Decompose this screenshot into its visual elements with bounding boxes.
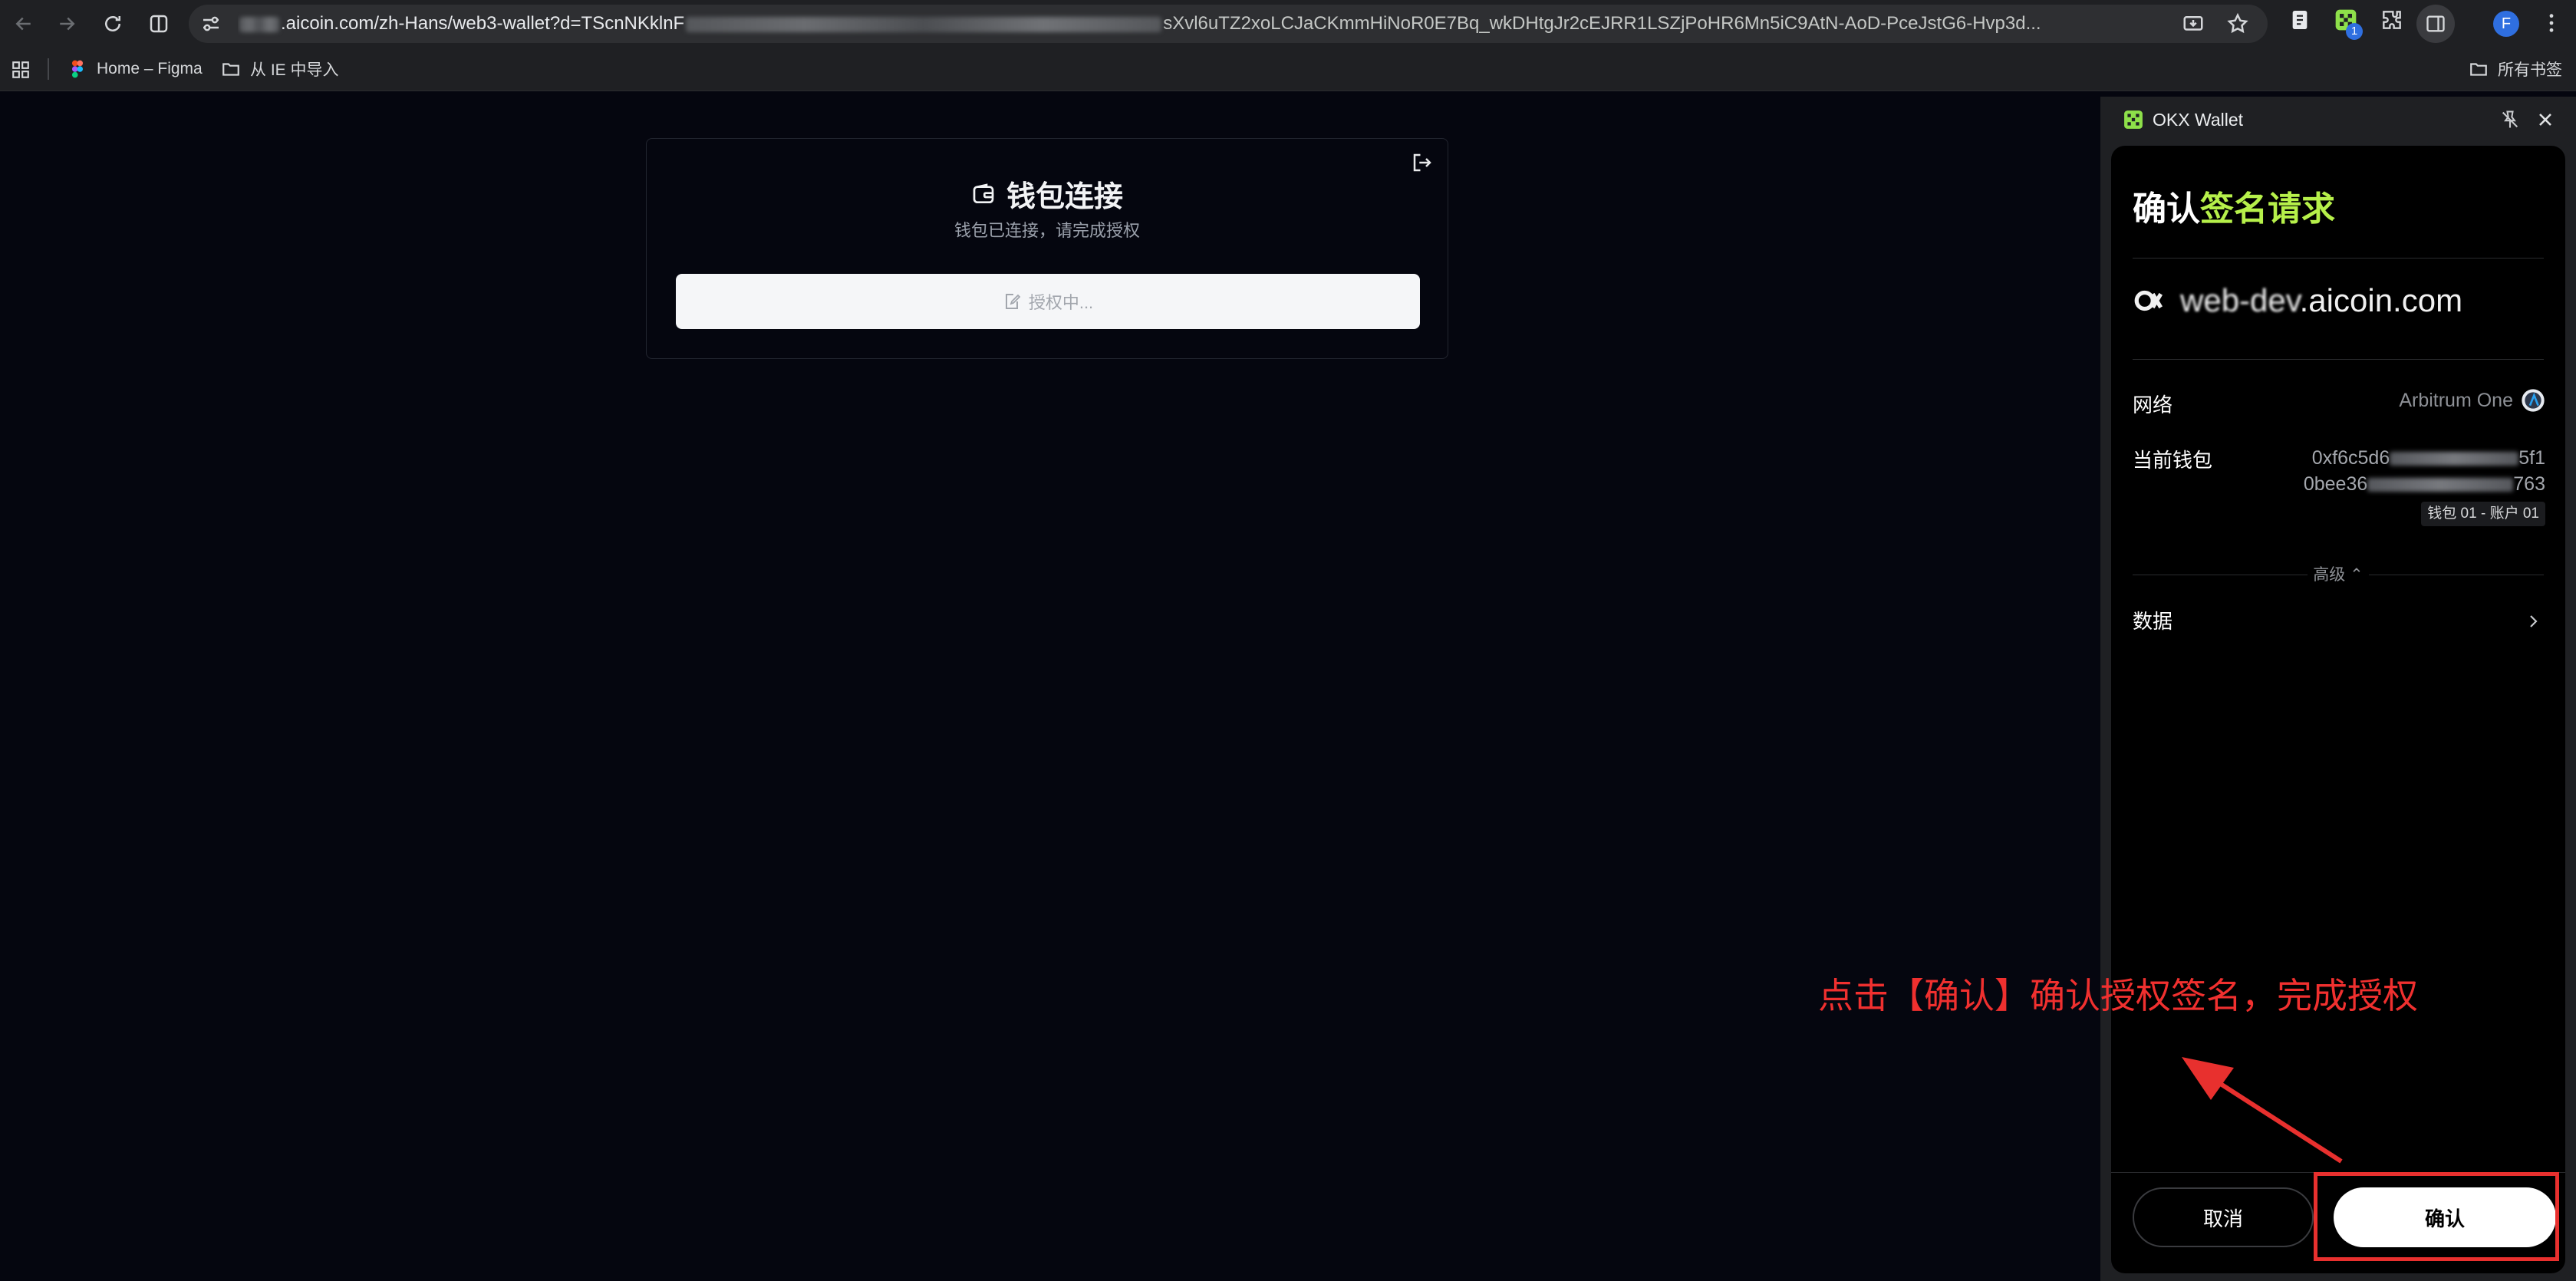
url-suffix: sXvl6uTZ2xoLCJaCKmmHiNoR0E7Bq_wkDHtgJr2c…	[1163, 13, 2041, 34]
bookmark-label: Home – Figma	[97, 60, 203, 77]
blurred-url-part	[239, 16, 279, 32]
bookmarks-divider	[48, 58, 49, 80]
back-button[interactable]	[6, 6, 41, 41]
annotation-highlight-box	[2314, 1172, 2559, 1261]
advanced-toggle[interactable]: 高级 ⌃	[2133, 560, 2544, 591]
browser-toolbar: .aicoin.com/zh-Hans/web3-wallet?d=TScnNK…	[0, 0, 2576, 48]
side-panel-header: OKX Wallet	[2100, 97, 2576, 143]
back-arrow-icon	[15, 17, 31, 31]
data-label: 数据	[2133, 610, 2173, 633]
wallet-connect-card: 钱包连接 钱包已连接，请完成授权 授权中...	[646, 138, 1448, 359]
site-settings-icon[interactable]	[199, 12, 222, 35]
blurred-address-part	[2367, 478, 2514, 492]
site-domain: web-dev.aicoin.com	[2180, 282, 2462, 319]
bookmarks-bar: Home – Figma 从 IE 中导入 所有书签	[0, 48, 2576, 91]
card-subtitle: 钱包已连接，请完成授权	[954, 221, 1140, 240]
side-panel-title: OKX Wallet	[2153, 110, 2244, 130]
address-part: 763	[2513, 473, 2545, 495]
authorizing-label: 授权中...	[1028, 293, 1094, 312]
aicoin-logo-icon	[2134, 290, 2163, 311]
reload-button[interactable]	[95, 6, 130, 41]
wallet-address: 0xf6c5d6 5f1 0bee36 763	[2304, 445, 2545, 497]
extension-badge: 1	[2346, 23, 2363, 40]
signature-request-heading: 确认签名请求	[2133, 181, 2335, 230]
extensions-puzzle-icon[interactable]	[2380, 8, 2404, 32]
figma-icon	[71, 60, 84, 78]
blurred-url-part	[686, 16, 1162, 32]
okx-logo-icon	[2124, 110, 2143, 129]
network-name: Arbitrum One	[2399, 389, 2513, 411]
profile-avatar[interactable]: F	[2493, 11, 2519, 37]
apps-grid-icon[interactable]	[11, 60, 31, 80]
site-domain-text: .aicoin.com	[2299, 282, 2463, 318]
requesting-site: web-dev.aicoin.com	[2133, 278, 2462, 324]
bookmark-figma[interactable]: Home – Figma	[68, 48, 203, 91]
divider	[2133, 359, 2544, 360]
wallet-account-tag: 钱包 01 - 账户 01	[2421, 502, 2545, 526]
more-menu-icon[interactable]	[2539, 11, 2564, 35]
url-text: .aicoin.com/zh-Hans/web3-wallet?d=TScnNK…	[238, 5, 2171, 43]
wallet-icon	[973, 183, 994, 203]
reload-icon	[105, 16, 120, 31]
divider	[2133, 258, 2544, 259]
folder-icon	[2470, 63, 2487, 76]
folder-icon	[222, 63, 239, 76]
instruction-annotation: 点击【确认】确认授权签名，完成授权	[1818, 975, 2418, 1016]
extension-clipboard-icon[interactable]	[2288, 8, 2312, 32]
heading-accent: 签名请求	[2200, 190, 2335, 228]
side-panel-toggle[interactable]	[141, 6, 176, 41]
unpin-icon[interactable]	[2499, 109, 2521, 130]
edit-document-icon	[1005, 294, 1021, 309]
all-bookmarks-label: 所有书签	[2498, 61, 2562, 79]
advanced-label: 高级 ⌃	[2313, 566, 2364, 584]
authorizing-button[interactable]: 授权中...	[676, 274, 1420, 329]
address-part: 0xf6c5d6	[2311, 447, 2390, 469]
address-part: 5f1	[2518, 447, 2545, 469]
data-row[interactable]: 数据	[2133, 598, 2544, 644]
cancel-button[interactable]: 取消	[2133, 1187, 2314, 1247]
side-panel-button[interactable]	[2416, 5, 2455, 43]
split-view-icon	[150, 15, 168, 33]
blurred-address-part	[2390, 452, 2519, 466]
current-wallet-label: 当前钱包	[2133, 449, 2213, 472]
network-value: Arbitrum One	[2399, 388, 2545, 413]
arbitrum-icon	[2522, 389, 2545, 412]
card-title-text: 钱包连接	[1006, 181, 1123, 213]
bookmark-folder-ie-import[interactable]: 从 IE 中导入	[221, 48, 339, 91]
logout-icon[interactable]	[1411, 151, 1434, 174]
site-domain-blurred: web-dev	[2180, 282, 2300, 318]
forward-button[interactable]	[49, 6, 84, 41]
annotation-arrow-icon	[2182, 1057, 2343, 1164]
close-icon[interactable]	[2535, 109, 2556, 130]
url-host: .aicoin.com/zh-Hans/web3-wallet?d=TScnNK…	[281, 13, 685, 34]
network-label: 网络	[2133, 394, 2173, 417]
address-bar[interactable]: .aicoin.com/zh-Hans/web3-wallet?d=TScnNK…	[189, 5, 2268, 43]
address-part: 0bee36	[2303, 473, 2368, 495]
chevron-right-icon	[2530, 615, 2538, 627]
all-bookmarks-folder[interactable]: 所有书签	[2469, 48, 2562, 91]
forward-arrow-icon	[60, 17, 75, 31]
side-panel-icon	[2426, 15, 2445, 32]
bookmark-star-icon[interactable]	[2226, 12, 2249, 35]
install-app-icon[interactable]	[2182, 12, 2205, 35]
bookmark-label: 从 IE 中导入	[250, 61, 339, 79]
card-title: 钱包连接	[647, 173, 1448, 215]
heading-plain: 确认	[2133, 190, 2200, 228]
